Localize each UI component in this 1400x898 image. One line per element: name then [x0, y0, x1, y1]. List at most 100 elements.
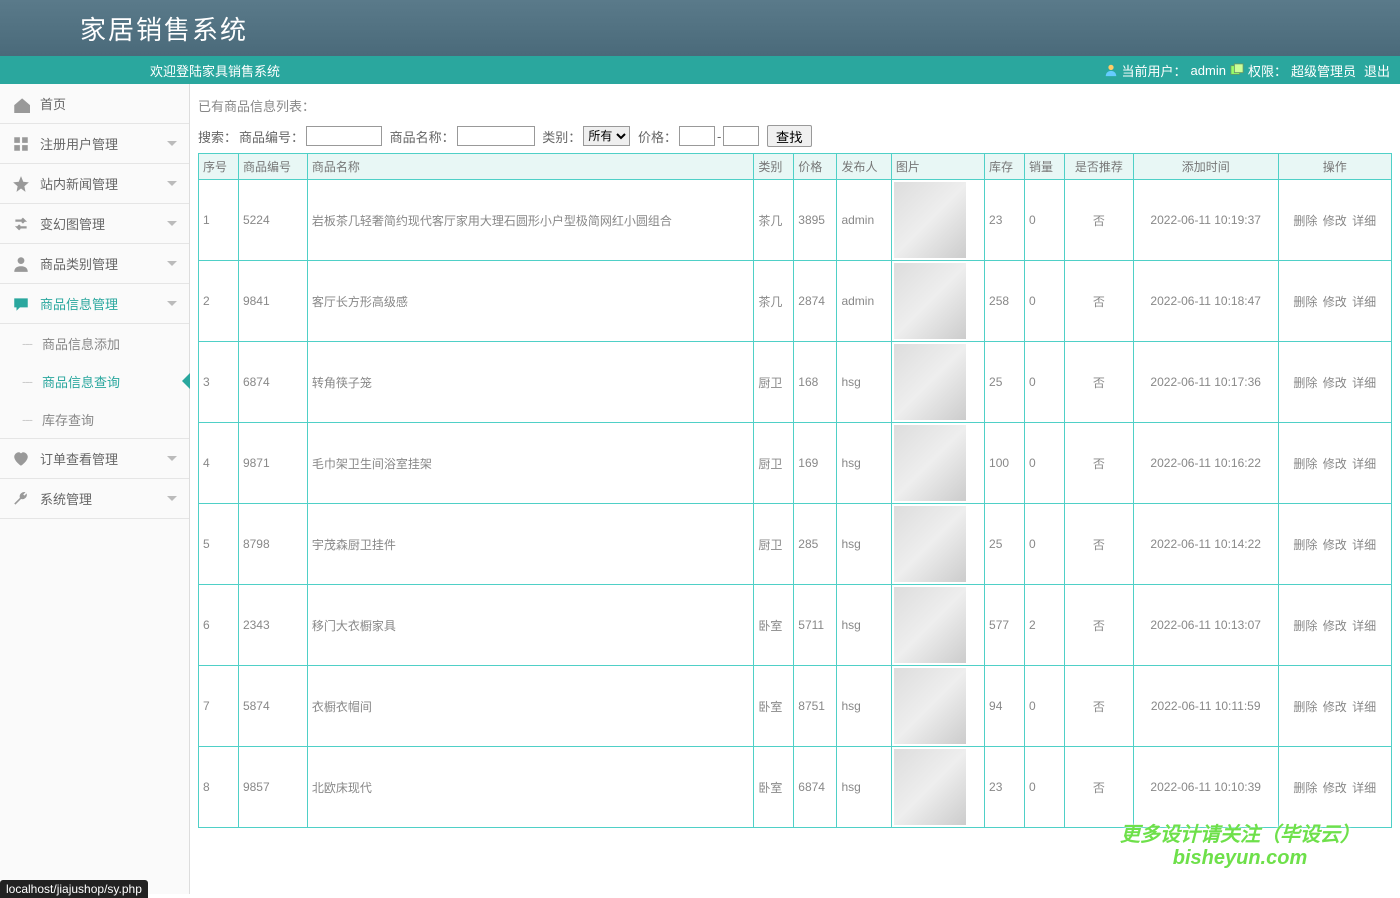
current-user: admin	[1191, 63, 1226, 78]
delete-link[interactable]: 删除	[1293, 214, 1317, 228]
detail-link[interactable]: 详细	[1352, 214, 1376, 228]
product-thumbnail[interactable]	[894, 425, 966, 501]
wrench-icon	[12, 490, 30, 508]
sub-nav-item-1[interactable]: 商品信息查询	[0, 362, 189, 400]
edit-link[interactable]: 修改	[1323, 538, 1347, 552]
nav-item-3[interactable]: 变幻图管理	[0, 204, 189, 244]
perm-value: 超级管理员	[1291, 61, 1356, 80]
chevron-down-icon	[167, 496, 177, 506]
edit-link[interactable]: 修改	[1323, 619, 1347, 633]
nav-label: 商品类别管理	[40, 254, 118, 273]
nav-item-5[interactable]: 商品信息管理	[0, 284, 189, 324]
permission-icon	[1230, 63, 1244, 77]
chevron-down-icon	[167, 301, 177, 311]
sidebar: 首页注册用户管理站内新闻管理变幻图管理商品类别管理商品信息管理商品信息添加商品信…	[0, 84, 190, 894]
col-header: 发布人	[837, 154, 891, 180]
home-icon	[12, 95, 30, 113]
list-heading: 已有商品信息列表：	[198, 96, 1392, 115]
chat-icon	[12, 295, 30, 313]
price-min-input[interactable]	[679, 126, 715, 146]
search-button[interactable]: 查找	[767, 125, 812, 147]
edit-link[interactable]: 修改	[1323, 781, 1347, 795]
nav-item-7[interactable]: 系统管理	[0, 479, 189, 519]
product-thumbnail[interactable]	[894, 668, 966, 744]
nav-item-2[interactable]: 站内新闻管理	[0, 164, 189, 204]
user-info: 当前用户： admin 权限： 超级管理员 退出	[1104, 61, 1390, 80]
search-label: 搜索：	[198, 127, 237, 146]
current-user-label: 当前用户：	[1122, 61, 1187, 80]
name-input[interactable]	[457, 126, 535, 146]
product-thumbnail[interactable]	[894, 749, 966, 825]
col-header: 销量	[1024, 154, 1064, 180]
nav-label: 变幻图管理	[40, 214, 105, 233]
sub-nav-item-0[interactable]: 商品信息添加	[0, 324, 189, 362]
heart-icon	[12, 450, 30, 468]
chevron-down-icon	[167, 141, 177, 151]
nav-item-4[interactable]: 商品类别管理	[0, 244, 189, 284]
nav-item-1[interactable]: 注册用户管理	[0, 124, 189, 164]
product-thumbnail[interactable]	[894, 506, 966, 582]
delete-link[interactable]: 删除	[1293, 376, 1317, 390]
nav-label: 订单查看管理	[40, 449, 118, 468]
col-header: 商品编号	[238, 154, 307, 180]
product-thumbnail[interactable]	[894, 587, 966, 663]
col-header: 商品名称	[307, 154, 753, 180]
nav-label: 站内新闻管理	[40, 174, 118, 193]
price-max-input[interactable]	[723, 126, 759, 146]
top-banner: 家居销售系统	[0, 0, 1400, 56]
detail-link[interactable]: 详细	[1352, 781, 1376, 795]
cat-select[interactable]: 所有	[583, 126, 630, 146]
sub-banner: 欢迎登陆家具销售系统 当前用户： admin 权限： 超级管理员 退出	[0, 56, 1400, 84]
nav-item-6[interactable]: 订单查看管理	[0, 439, 189, 479]
user-status-icon	[1104, 63, 1118, 77]
perm-label: 权限：	[1248, 61, 1287, 80]
detail-link[interactable]: 详细	[1352, 376, 1376, 390]
col-header: 操作	[1278, 154, 1391, 180]
main-content: 已有商品信息列表： 搜索： 商品编号： 商品名称： 类别： 所有 价格： - 查…	[190, 84, 1400, 894]
table-row: 49871毛巾架卫生间浴室挂架厨卫169hsg1000否2022-06-11 1…	[199, 423, 1392, 504]
col-header: 图片	[891, 154, 984, 180]
chevron-down-icon	[167, 221, 177, 231]
nav-item-0[interactable]: 首页	[0, 84, 189, 124]
detail-link[interactable]: 详细	[1352, 700, 1376, 714]
chevron-down-icon	[167, 456, 177, 466]
delete-link[interactable]: 删除	[1293, 700, 1317, 714]
col-header: 添加时间	[1133, 154, 1278, 180]
detail-link[interactable]: 详细	[1352, 295, 1376, 309]
col-header: 库存	[985, 154, 1025, 180]
edit-link[interactable]: 修改	[1323, 214, 1347, 228]
delete-link[interactable]: 删除	[1293, 457, 1317, 471]
table-row: 62343移门大衣橱家具卧室5711hsg5772否2022-06-11 10:…	[199, 585, 1392, 666]
product-thumbnail[interactable]	[894, 344, 966, 420]
swap-icon	[12, 215, 30, 233]
table-row: 58798宇茂森厨卫挂件厨卫285hsg250否2022-06-11 10:14…	[199, 504, 1392, 585]
edit-link[interactable]: 修改	[1323, 376, 1347, 390]
logout-link[interactable]: 退出	[1364, 61, 1390, 80]
edit-link[interactable]: 修改	[1323, 457, 1347, 471]
delete-link[interactable]: 删除	[1293, 619, 1317, 633]
code-input[interactable]	[306, 126, 382, 146]
name-label: 商品名称：	[390, 127, 455, 146]
search-bar: 搜索： 商品编号： 商品名称： 类别： 所有 价格： - 查找	[198, 125, 1392, 147]
edit-link[interactable]: 修改	[1323, 700, 1347, 714]
edit-link[interactable]: 修改	[1323, 295, 1347, 309]
table-row: 29841客厅长方形高级感茶几2874admin2580否2022-06-11 …	[199, 261, 1392, 342]
sub-nav-item-2[interactable]: 库存查询	[0, 400, 189, 438]
status-bar: localhost/jiajushop/sy.php	[0, 880, 148, 898]
detail-link[interactable]: 详细	[1352, 538, 1376, 552]
detail-link[interactable]: 详细	[1352, 619, 1376, 633]
user-icon	[12, 255, 30, 273]
price-label: 价格：	[638, 127, 677, 146]
table-row: 89857北欧床现代卧室6874hsg230否2022-06-11 10:10:…	[199, 747, 1392, 828]
delete-link[interactable]: 删除	[1293, 295, 1317, 309]
col-header: 序号	[199, 154, 239, 180]
app-title: 家居销售系统	[80, 10, 248, 47]
nav-label: 商品信息管理	[40, 294, 118, 313]
detail-link[interactable]: 详细	[1352, 457, 1376, 471]
table-row: 36874转角筷子笼厨卫168hsg250否2022-06-11 10:17:3…	[199, 342, 1392, 423]
nav-label: 系统管理	[40, 489, 92, 508]
product-thumbnail[interactable]	[894, 182, 966, 258]
delete-link[interactable]: 删除	[1293, 781, 1317, 795]
product-thumbnail[interactable]	[894, 263, 966, 339]
delete-link[interactable]: 删除	[1293, 538, 1317, 552]
